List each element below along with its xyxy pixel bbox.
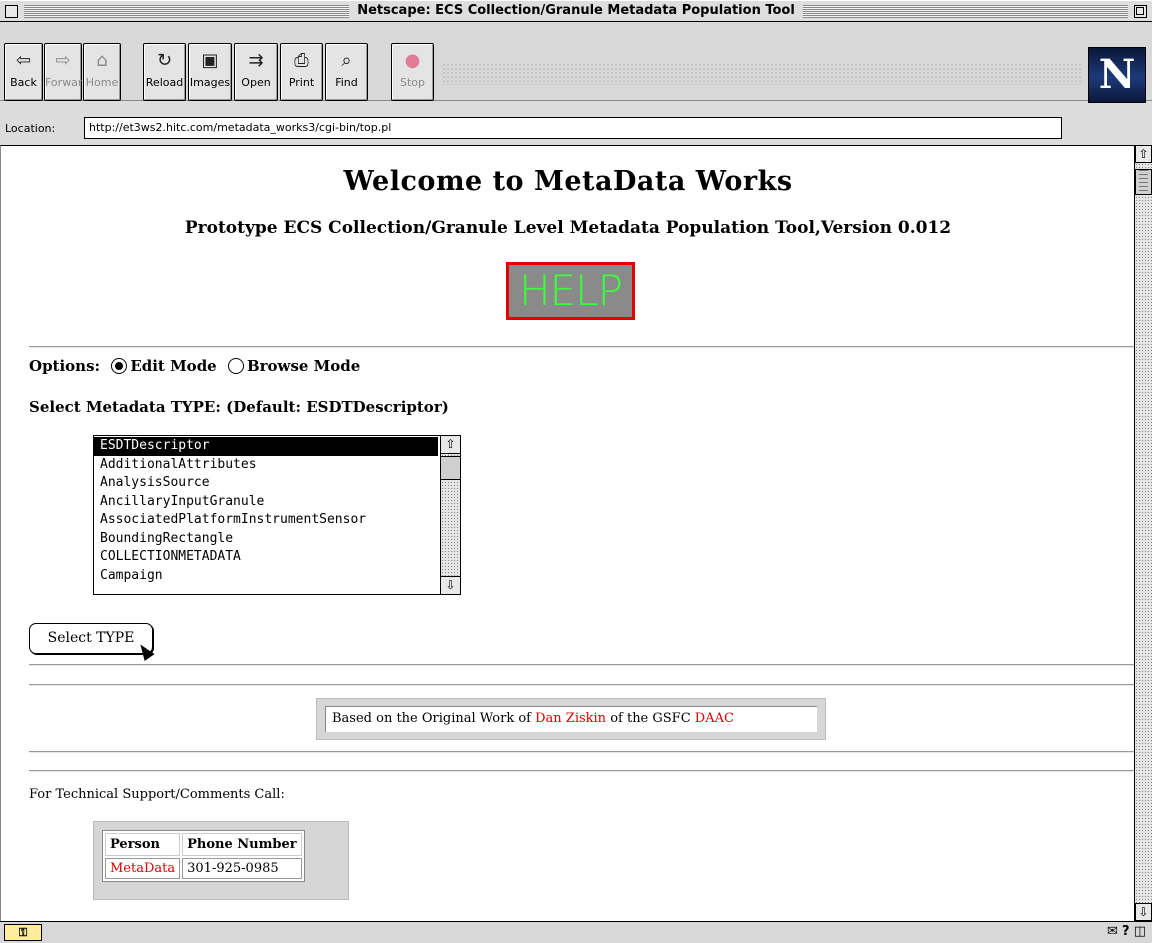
location-url-field[interactable]: http://et3ws2.hitc.com/metadata_works3/c… xyxy=(84,117,1062,139)
reload-button[interactable]: ↻ Reload xyxy=(143,43,186,101)
help-button[interactable]: HELP xyxy=(506,262,635,320)
contact-table: Person Phone Number MetaData 301-925-098… xyxy=(102,830,305,882)
window-title: Netscape: ECS Collection/Granule Metadat… xyxy=(349,3,803,18)
open-button[interactable]: ⇉ Open xyxy=(234,43,278,101)
list-item[interactable]: ESDTDescriptor xyxy=(94,437,438,456)
list-item[interactable]: BoundingRectangle xyxy=(94,530,438,549)
help-icon[interactable]: ? xyxy=(1122,924,1130,939)
credit-middle: of the GSFC xyxy=(606,711,695,726)
browse-mode-label[interactable]: Browse Mode xyxy=(247,357,360,375)
table-row: MetaData 301-925-0985 xyxy=(105,858,302,879)
images-button[interactable]: ▣ Images xyxy=(188,43,232,101)
page-heading: Welcome to MetaData Works xyxy=(343,166,793,197)
credit-box: Based on the Original Work of Dan Ziskin… xyxy=(316,698,826,740)
navigation-toolbar: ⇦ Back ⇨ Forward ⌂ Home ↻ Reload ▣ Image… xyxy=(0,23,1152,103)
print-label: Print xyxy=(288,76,315,89)
forward-label: Forward xyxy=(45,76,90,89)
select-type-button[interactable]: Select TYPE xyxy=(29,623,153,654)
back-button[interactable]: ⇦ Back xyxy=(4,43,43,101)
component-bar-icon[interactable]: ◫ xyxy=(1134,924,1146,939)
location-bar: Location: http://et3ws2.hitc.com/metadat… xyxy=(0,117,1152,143)
edit-mode-label[interactable]: Edit Mode xyxy=(130,357,216,375)
window-title-bar[interactable]: Netscape: ECS Collection/Granule Metadat… xyxy=(0,0,1152,22)
stop-icon: ● xyxy=(404,50,421,71)
page-content: Welcome to MetaData Works Prototype ECS … xyxy=(0,145,1134,921)
mail-icon[interactable]: ✉ xyxy=(1107,924,1118,939)
listbox-scroll-thumb[interactable] xyxy=(441,456,460,480)
zoom-box[interactable] xyxy=(1134,5,1147,18)
print-button[interactable]: ⎙ Print xyxy=(280,43,323,101)
browse-mode-radio[interactable] xyxy=(227,358,244,374)
open-icon: ⇉ xyxy=(248,50,264,71)
home-icon: ⌂ xyxy=(96,50,108,71)
forward-button[interactable]: ⇨ Forward xyxy=(44,43,90,101)
credit-name-link[interactable]: Dan Ziskin xyxy=(535,711,606,726)
find-label: Find xyxy=(335,76,358,89)
toolbar-spacer xyxy=(442,63,1082,85)
scroll-down-arrow-icon[interactable]: ⇩ xyxy=(441,576,460,594)
divider xyxy=(29,684,1134,686)
divider xyxy=(29,770,1134,772)
page-scrollbar[interactable]: ⇧ ⇩ xyxy=(1134,145,1152,921)
list-item[interactable]: AssociatedPlatformInstrumentSensor xyxy=(94,511,438,530)
list-item[interactable]: COLLECTIONMETADATA xyxy=(94,548,438,567)
credit-prefix: Based on the Original Work of xyxy=(332,711,536,726)
print-icon: ⎙ xyxy=(294,50,309,71)
divider xyxy=(29,346,1134,348)
images-label: Images xyxy=(189,76,231,89)
person-link[interactable]: MetaData xyxy=(105,858,181,879)
images-icon: ▣ xyxy=(201,50,219,71)
open-label: Open xyxy=(241,76,271,89)
list-item[interactable]: AdditionalAttributes xyxy=(94,456,438,475)
home-button[interactable]: ⌂ Home xyxy=(83,43,121,101)
contact-table-frame: Person Phone Number MetaData 301-925-098… xyxy=(93,821,349,900)
location-label: Location: xyxy=(5,122,56,135)
home-label: Home xyxy=(85,76,119,89)
metadata-type-listbox[interactable]: ESDTDescriptor AdditionalAttributes Anal… xyxy=(93,435,461,595)
table-header-row: Person Phone Number xyxy=(105,833,302,856)
list-item[interactable]: Campaign xyxy=(94,567,438,586)
mode-options: Options: Edit Mode Browse Mode xyxy=(29,357,360,375)
page-subheading: Prototype ECS Collection/Granule Level M… xyxy=(184,218,952,238)
options-label: Options: xyxy=(29,357,101,375)
status-icons: ✉ ? ◫ xyxy=(1107,924,1146,939)
reload-icon: ↻ xyxy=(156,50,173,71)
reload-label: Reload xyxy=(145,76,184,89)
security-key-icon[interactable]: ⚿ xyxy=(4,924,42,941)
credit-org-link[interactable]: DAAC xyxy=(695,711,734,726)
divider xyxy=(29,751,1134,753)
support-text: For Technical Support/Comments Call: xyxy=(29,787,285,802)
stop-label: Stop xyxy=(399,76,425,89)
listbox-scrollbar[interactable]: ⇧ ⇩ xyxy=(440,436,460,594)
page-scroll-thumb[interactable] xyxy=(1135,169,1152,195)
divider xyxy=(29,664,1134,666)
column-header: Person xyxy=(105,833,181,856)
back-label: Back xyxy=(10,76,37,89)
forward-arrow-icon: ⇨ xyxy=(55,50,71,71)
credit-text: Based on the Original Work of Dan Ziskin… xyxy=(325,706,817,732)
scroll-down-arrow-icon[interactable]: ⇩ xyxy=(1135,903,1152,921)
list-item[interactable]: AnalysisSource xyxy=(94,474,438,493)
select-type-label: Select Metadata TYPE: (Default: ESDTDesc… xyxy=(29,398,449,416)
list-item[interactable]: AncillaryInputGranule xyxy=(94,493,438,512)
find-icon: ⌕ xyxy=(341,50,352,71)
status-bar: ⚿ ✉ ? ◫ xyxy=(0,921,1152,943)
phone-number: 301-925-0985 xyxy=(182,858,302,879)
listbox-items: ESDTDescriptor AdditionalAttributes Anal… xyxy=(94,437,438,585)
back-arrow-icon: ⇦ xyxy=(15,50,32,71)
netscape-logo[interactable]: N xyxy=(1088,47,1146,103)
stop-button[interactable]: ● Stop xyxy=(391,43,434,101)
scroll-up-arrow-icon[interactable]: ⇧ xyxy=(441,436,460,454)
column-header: Phone Number xyxy=(182,833,302,856)
edit-mode-radio[interactable] xyxy=(111,358,128,374)
scroll-up-arrow-icon[interactable]: ⇧ xyxy=(1135,145,1152,163)
find-button[interactable]: ⌕ Find xyxy=(325,43,368,101)
